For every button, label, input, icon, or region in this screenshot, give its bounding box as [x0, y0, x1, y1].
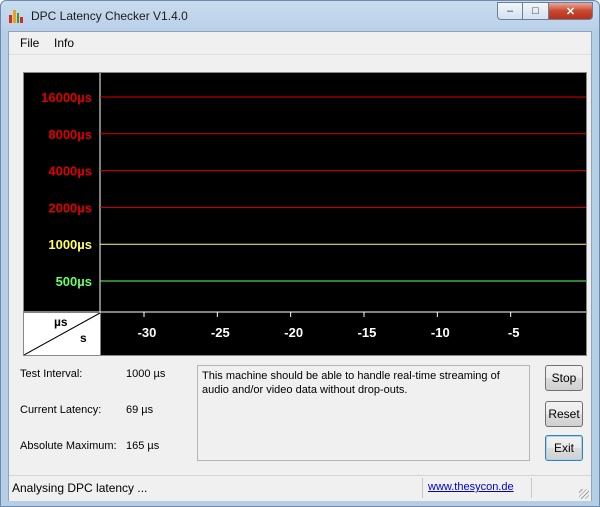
absolute-maximum-value: 165 µs — [126, 440, 160, 452]
info-panel: Test Interval: 1000 µs Current Latency: … — [9, 362, 591, 472]
app-bar-chart-icon — [9, 9, 23, 23]
resize-grip[interactable] — [579, 489, 589, 499]
status-divider — [422, 478, 423, 498]
x-tick-label: -5 — [508, 325, 520, 340]
y-tick-label: 8000µs — [48, 127, 92, 142]
x-tick-label: -20 — [284, 325, 303, 340]
x-tick-label: -30 — [138, 325, 157, 340]
y-tick-label: 2000µs — [48, 200, 92, 215]
minimize-button[interactable]: – — [497, 2, 523, 20]
x-tick-label: -15 — [358, 325, 377, 340]
app-window: DPC Latency Checker V1.4.0 – □ ✕ File In… — [0, 0, 600, 507]
menu-info[interactable]: Info — [54, 36, 74, 50]
close-button[interactable]: ✕ — [549, 2, 593, 20]
status-text: Analysing DPC latency ... — [12, 481, 148, 495]
x-tick-label: -10 — [431, 325, 450, 340]
exit-button[interactable]: Exit — [545, 435, 583, 461]
maximize-button[interactable]: □ — [523, 2, 549, 20]
y-tick-label: 500µs — [56, 274, 92, 289]
y-tick-label: 1000µs — [48, 237, 92, 252]
stop-button[interactable]: Stop — [545, 365, 583, 391]
caption-buttons: – □ ✕ — [497, 2, 593, 20]
status-bar: Analysing DPC latency ... www.thesycon.d… — [9, 475, 591, 501]
status-divider — [531, 478, 532, 498]
status-message-box: This machine should be able to handle re… — [197, 365, 530, 461]
window-title: DPC Latency Checker V1.4.0 — [31, 9, 188, 23]
test-interval-value: 1000 µs — [126, 368, 166, 380]
latency-chart: 16000µs 8000µs 4000µs 2000µs 1000µs 500µs -30 -… — [23, 72, 587, 356]
latency-chart-svg: 16000µs 8000µs 4000µs 2000µs 1000µs 500µs -30 -… — [24, 73, 586, 355]
corner-unit-label: µs — [54, 315, 68, 329]
reset-button[interactable]: Reset — [545, 401, 583, 427]
x-tick-label: -25 — [211, 325, 230, 340]
absolute-maximum-label: Absolute Maximum: — [20, 440, 117, 452]
client-area: File Info 16000µs 8000µs 4000µs 2000µs 1000µ… — [8, 31, 592, 501]
menu-file[interactable]: File — [20, 36, 39, 50]
y-tick-label: 16000µs — [41, 90, 92, 105]
current-latency-label: Current Latency: — [20, 404, 102, 416]
test-interval-label: Test Interval: — [20, 368, 83, 380]
current-latency-value: 69 µs — [126, 404, 154, 416]
website-link[interactable]: www.thesycon.de — [428, 481, 514, 493]
menu-bar: File Info — [9, 32, 591, 55]
corner-time-label: s — [80, 331, 87, 345]
y-tick-label: 4000µs — [48, 164, 92, 179]
title-bar[interactable]: DPC Latency Checker V1.4.0 – □ ✕ — [1, 1, 599, 31]
